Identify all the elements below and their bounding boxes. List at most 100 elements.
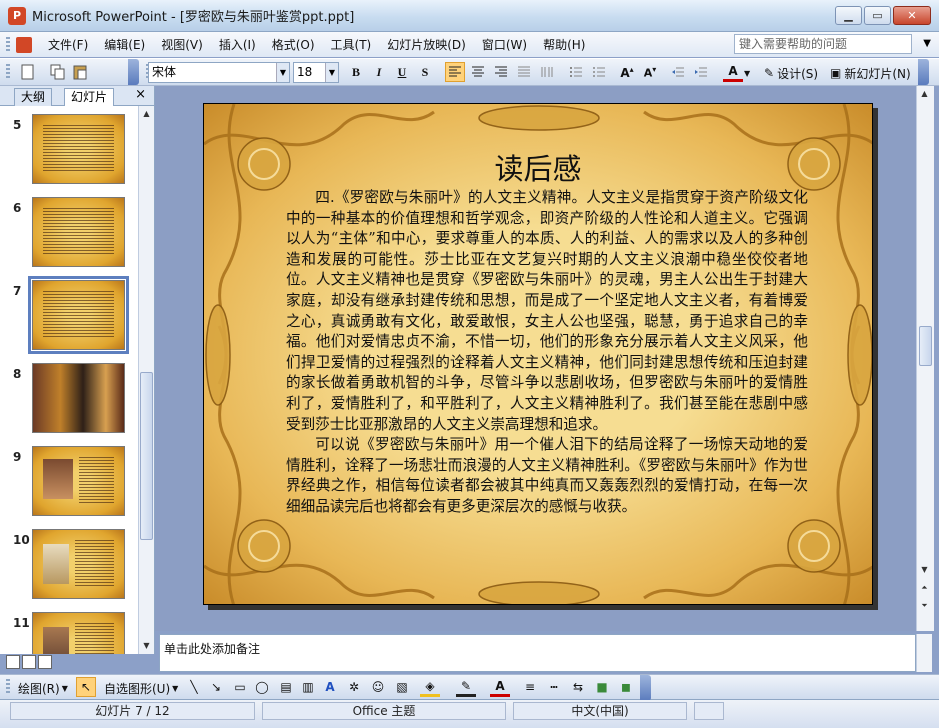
normal-view-icon[interactable] (6, 655, 20, 669)
tab-slides[interactable]: 幻灯片 (64, 88, 115, 107)
autoshapes-button[interactable]: 自选图形(U) ▼ (104, 677, 178, 699)
copy-button[interactable] (48, 62, 68, 82)
draw-menu-button[interactable]: 绘图(R) ▼ (18, 677, 68, 699)
tab-outline[interactable]: 大纲 (14, 88, 53, 106)
slide-thumbnail[interactable] (32, 114, 125, 184)
shadow-button[interactable]: S (415, 62, 435, 82)
help-search-input[interactable]: 键入需要帮助的问题 (734, 34, 912, 54)
toolbar-options-button[interactable] (918, 59, 929, 85)
oval-button[interactable]: ◯ (252, 677, 272, 697)
menu-slideshow[interactable]: 幻灯片放映(D) (379, 35, 474, 55)
minimize-button[interactable]: ▁ (835, 6, 862, 25)
decrease-font-button[interactable]: A▾ (640, 62, 660, 82)
font-color-draw-button[interactable]: A (490, 677, 510, 697)
line-color-button[interactable]: ✎ (456, 677, 476, 697)
menu-file[interactable]: 文件(F) (40, 35, 96, 55)
3d-style-button[interactable]: ◼ (616, 677, 636, 697)
previous-slide-icon[interactable]: ⏶ (917, 580, 932, 596)
scroll-thumb[interactable] (919, 326, 932, 366)
underline-button[interactable]: U (392, 62, 412, 82)
font-select[interactable]: 宋体 ▼ (148, 62, 290, 83)
diagram-button[interactable]: ✲ (344, 677, 364, 697)
numbering-button[interactable] (566, 62, 586, 82)
menu-edit[interactable]: 编辑(E) (96, 35, 153, 55)
maximize-button[interactable]: ▭ (864, 6, 891, 25)
fill-color-button[interactable]: ◈ (420, 677, 440, 697)
picture-button[interactable]: ▧ (392, 677, 412, 697)
wordart-button[interactable]: A (320, 677, 340, 697)
notes-field[interactable]: 单击此处添加备注 (159, 634, 916, 672)
toolbar-options-button[interactable] (128, 59, 139, 85)
decrease-indent-button[interactable] (668, 62, 688, 82)
toolbar-options-button[interactable] (640, 675, 651, 701)
line-style-button[interactable]: ≡ (520, 677, 540, 697)
italic-button[interactable]: I (369, 62, 389, 82)
slideshow-view-icon[interactable] (38, 655, 52, 669)
chevron-down-icon[interactable]: ▼ (923, 38, 931, 49)
pane-tabs: 大纲 幻灯片 × (0, 86, 154, 107)
chevron-down-icon: ▼ (172, 683, 179, 693)
align-left-button[interactable] (445, 62, 465, 82)
scroll-down-icon[interactable]: ▼ (917, 562, 932, 578)
rectangle-button[interactable]: ▭ (230, 677, 250, 697)
slide-sorter-view-icon[interactable] (22, 655, 36, 669)
powerpoint-icon[interactable]: P (8, 6, 26, 25)
scroll-up-icon[interactable]: ▲ (917, 86, 932, 102)
font-color-button[interactable]: A (723, 62, 743, 82)
slide-title[interactable]: 读后感 (204, 146, 872, 188)
font-size-select[interactable]: 18 ▼ (293, 62, 339, 83)
font-color-dropdown[interactable]: ▼ (744, 62, 750, 84)
distribute-button[interactable] (514, 62, 534, 82)
close-pane-icon[interactable]: × (135, 87, 146, 102)
slide-thumbnail[interactable] (32, 197, 125, 267)
bullets-button[interactable] (589, 62, 609, 82)
increase-font-button[interactable]: A▴ (617, 62, 637, 82)
close-button[interactable]: ✕ (893, 6, 931, 25)
dash-style-button[interactable]: ┅ (544, 677, 564, 697)
slide-thumbnail-selected[interactable] (28, 276, 129, 354)
toolbar-grip[interactable] (6, 36, 10, 53)
notes-scrollbar[interactable] (916, 634, 932, 672)
slide-body-text[interactable]: 四.《罗密欧与朱丽叶》的人文主义精神。人文主义是指贯穿于资产阶级文化中的一种基本… (286, 188, 808, 518)
slide-canvas[interactable]: 读后感 四.《罗密欧与朱丽叶》的人文主义精神。人文主义是指贯穿于资产阶级文化中的… (203, 103, 873, 605)
scroll-up-icon[interactable]: ▲ (139, 106, 154, 122)
menu-window[interactable]: 窗口(W) (474, 35, 535, 55)
design-button[interactable]: ✎ 设计(S) (762, 62, 818, 84)
line-button[interactable]: ╲ (184, 677, 204, 697)
arrow-button[interactable]: ↘ (206, 677, 226, 697)
editor-scrollbar[interactable]: ▲ ▼ ⏶ ⏷ (916, 86, 934, 631)
slide-thumbnail[interactable] (32, 529, 125, 599)
menu-tools[interactable]: 工具(T) (323, 35, 380, 55)
menu-help[interactable]: 帮助(H) (535, 35, 593, 55)
thumbnail-scrollbar[interactable]: ▲ ▼ (138, 106, 154, 654)
paste-button[interactable] (70, 62, 90, 82)
toolbar-grip[interactable] (6, 64, 10, 80)
document-icon[interactable] (16, 36, 32, 53)
slide-thumbnail[interactable] (32, 612, 125, 654)
menu-view[interactable]: 视图(V) (153, 35, 211, 55)
bold-button[interactable]: B (346, 62, 366, 82)
align-right-button[interactable] (491, 62, 511, 82)
columns-button[interactable] (537, 62, 557, 82)
chevron-down-icon[interactable]: ▼ (325, 63, 338, 82)
new-slide-button[interactable]: ▣ 新幻灯片(N) (830, 62, 911, 84)
menu-format[interactable]: 格式(O) (264, 35, 323, 55)
slide-thumbnail[interactable] (32, 446, 125, 516)
chevron-down-icon[interactable]: ▼ (276, 63, 289, 82)
rectangle-icon: ▭ (234, 680, 246, 694)
toolbar-grip[interactable] (6, 679, 10, 695)
scroll-thumb[interactable] (140, 372, 153, 540)
arrow-style-button[interactable]: ⇆ (568, 677, 588, 697)
next-slide-icon[interactable]: ⏷ (917, 598, 932, 614)
vertical-textbox-button[interactable]: ▥ (298, 677, 318, 697)
increase-indent-button[interactable] (691, 62, 711, 82)
menu-insert[interactable]: 插入(I) (211, 35, 264, 55)
select-objects-button[interactable]: ↖ (76, 677, 96, 697)
shadow-style-button[interactable]: ■ (592, 677, 612, 697)
textbox-button[interactable]: ▤ (276, 677, 296, 697)
slide-thumbnail[interactable] (32, 363, 125, 433)
clipart-button[interactable]: ☺ (368, 677, 388, 697)
new-document-button[interactable] (18, 62, 38, 82)
align-center-button[interactable] (468, 62, 488, 82)
scroll-down-icon[interactable]: ▼ (139, 638, 154, 654)
